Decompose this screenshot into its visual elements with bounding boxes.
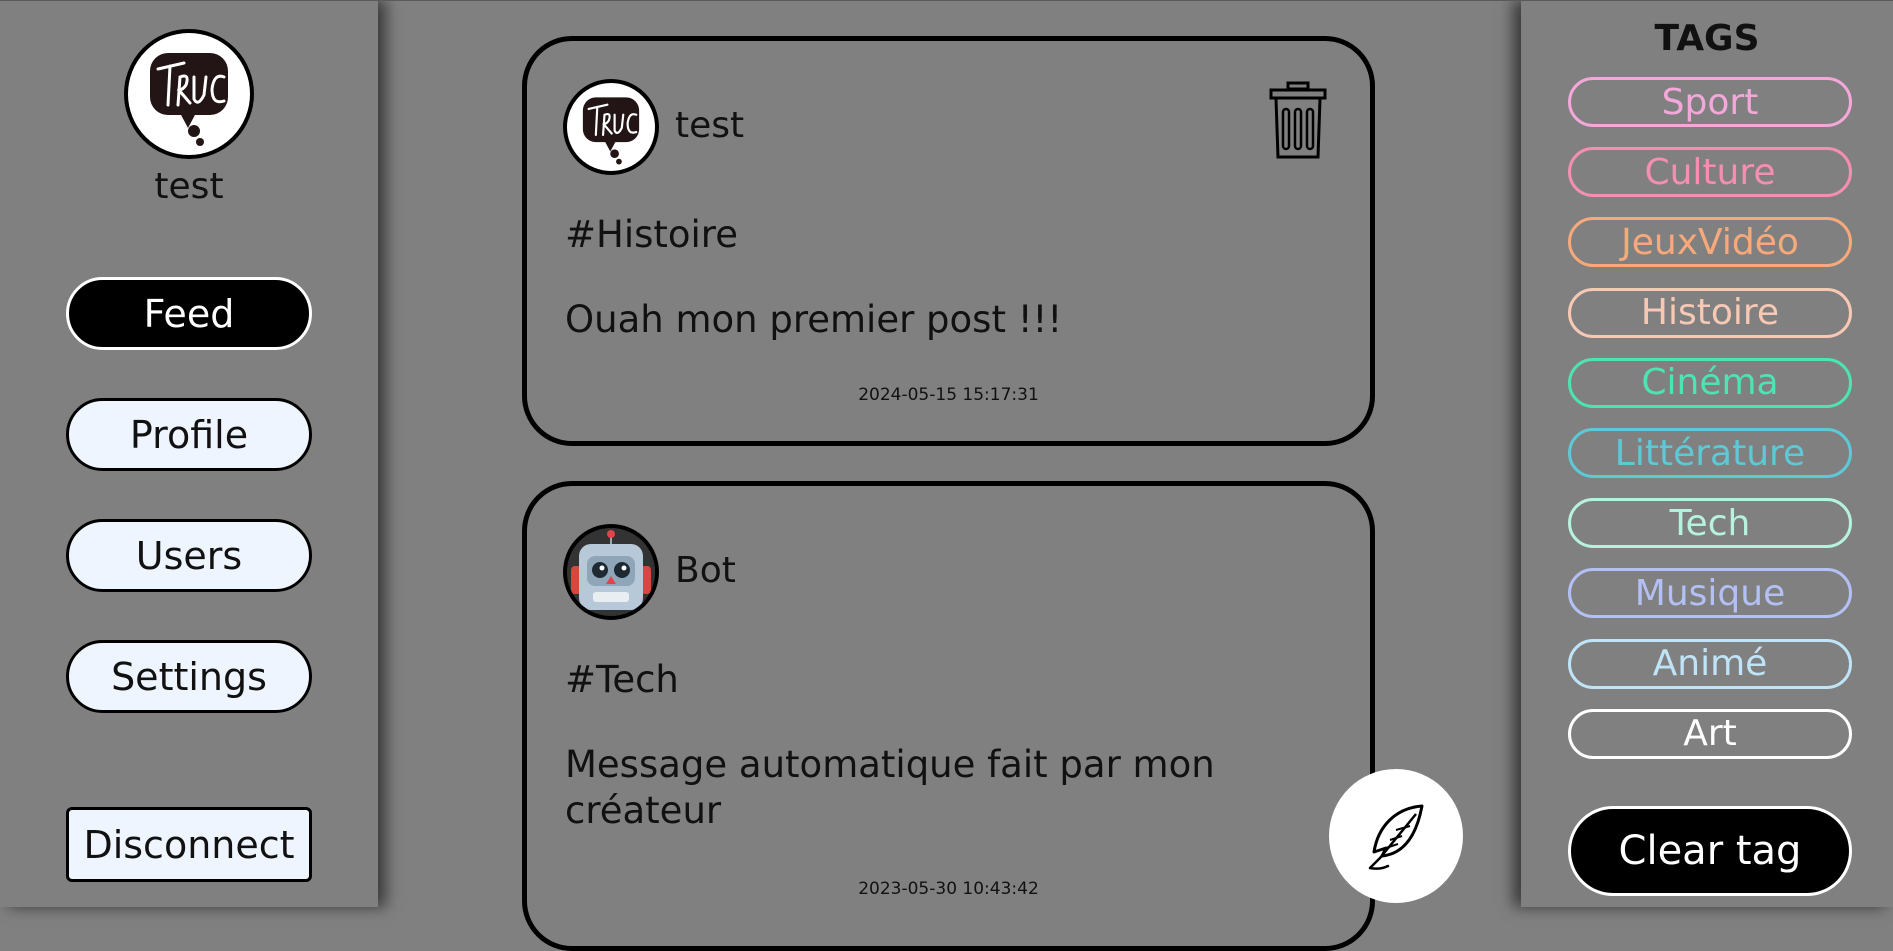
tags-title: TAGS [1654, 18, 1760, 59]
post-tag[interactable]: #Histoire [565, 213, 738, 256]
tag-filter-1[interactable]: Culture [1568, 147, 1852, 198]
feather-icon [1368, 804, 1424, 870]
user-avatar-logo-icon[interactable] [124, 29, 254, 159]
post-author-name[interactable]: test [675, 105, 744, 146]
tag-filter-9[interactable]: Art [1568, 708, 1852, 759]
left-sidebar: test Feed Profile Users Settings Disconn… [0, 0, 378, 907]
tag-filter-3[interactable]: Histoire [1568, 287, 1852, 338]
post-author-avatar[interactable] [563, 524, 659, 620]
tag-filter-6[interactable]: Tech [1568, 498, 1852, 549]
nav-settings-button[interactable]: Settings [66, 640, 312, 713]
feed-post: Bot #Tech Message automatique fait par m… [522, 481, 1375, 951]
nav-feed-button[interactable]: Feed [66, 277, 312, 350]
sidebar-username: test [154, 166, 224, 207]
post-author-avatar[interactable] [563, 79, 659, 175]
disconnect-button[interactable]: Disconnect [66, 807, 312, 882]
robot-icon [567, 528, 655, 616]
truc-logo-icon [150, 53, 228, 146]
feed-post: test #Histoire Ouah mon premier post !!!… [522, 36, 1375, 446]
top-border [0, 0, 1893, 1]
post-date: 2023-05-30 10:43:42 [858, 879, 1039, 899]
nav-profile-button[interactable]: Profile [66, 398, 312, 471]
post-body: Message automatique fait par mon créateu… [565, 743, 1215, 832]
tag-filter-4[interactable]: Cinéma [1568, 357, 1852, 408]
nav-users-button[interactable]: Users [66, 519, 312, 592]
tag-filter-2[interactable]: JeuxVidéo [1568, 217, 1852, 268]
clear-tag-button[interactable]: Clear tag [1568, 806, 1852, 896]
tag-filter-7[interactable]: Musique [1568, 568, 1852, 619]
tag-filter-0[interactable]: Sport [1568, 77, 1852, 127]
tag-filter-5[interactable]: Littérature [1568, 428, 1852, 478]
post-author-name[interactable]: Bot [675, 550, 736, 591]
new-post-button[interactable] [1329, 769, 1463, 903]
trash-icon[interactable] [1268, 81, 1328, 161]
truc-logo-icon [582, 97, 640, 165]
tags-sidebar: TAGS Sport Culture JeuxVidéo Histoire Cinéma… [1521, 0, 1893, 907]
post-date: 2024-05-15 15:17:31 [858, 385, 1039, 405]
post-body: Ouah mon premier post !!! [565, 298, 1063, 341]
tag-filter-8[interactable]: Animé [1568, 638, 1852, 689]
post-tag[interactable]: #Tech [565, 658, 679, 701]
